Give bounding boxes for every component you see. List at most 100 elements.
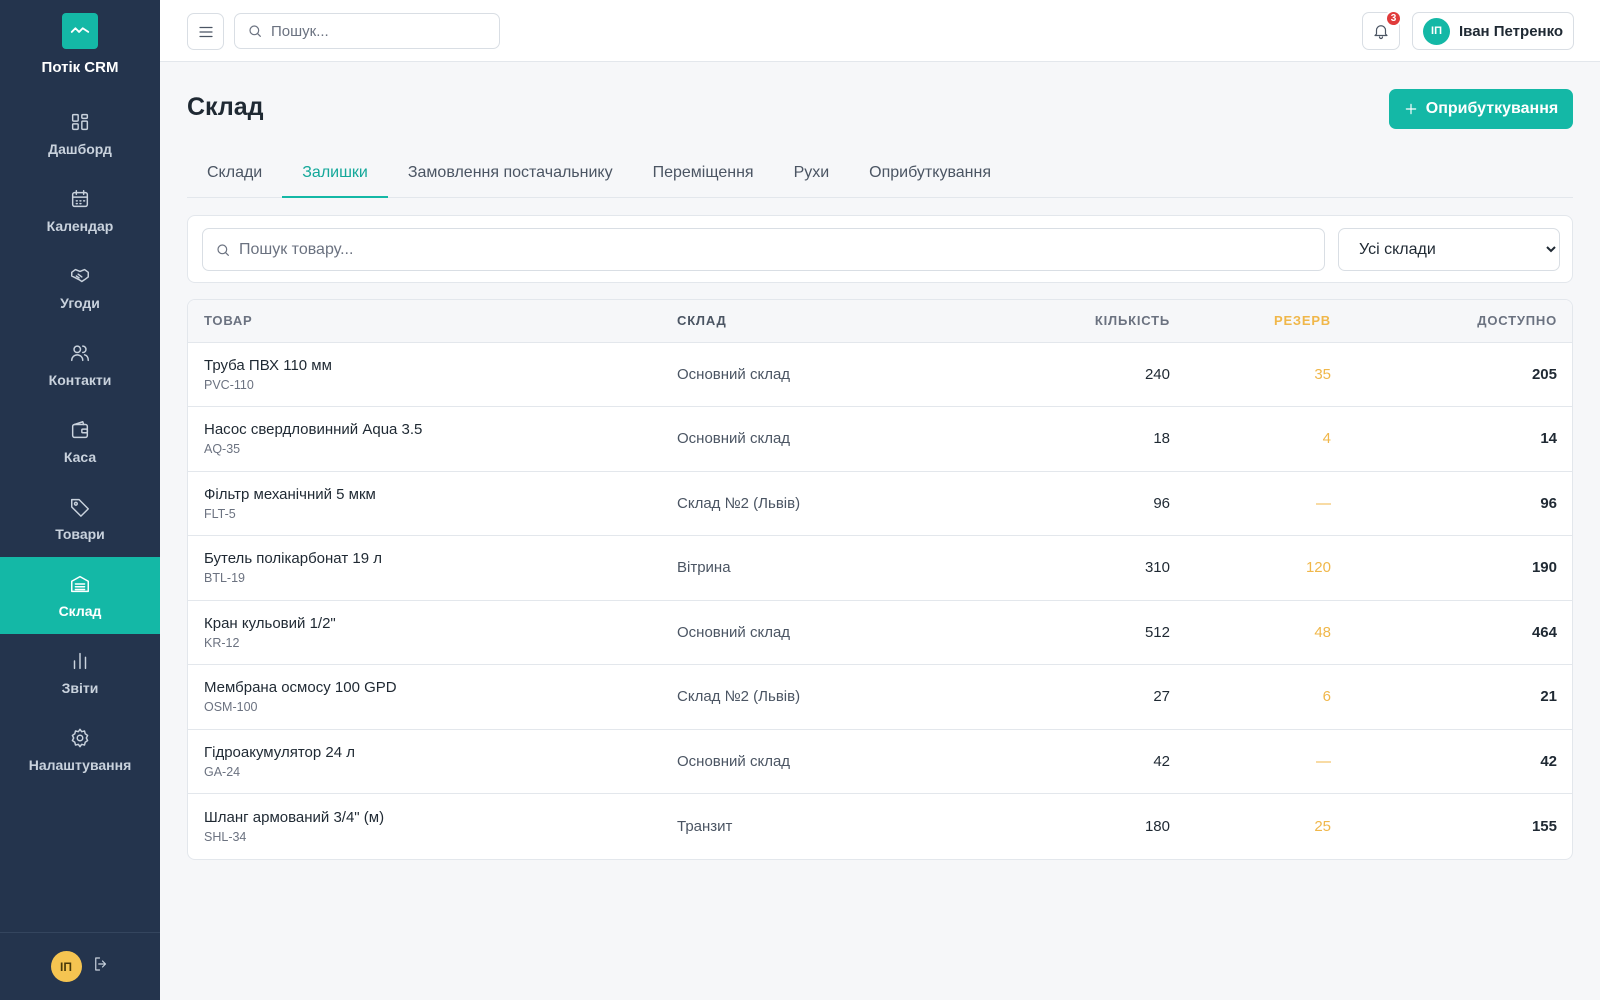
reserve-cell: 6 — [1170, 664, 1331, 730]
avatar[interactable]: ІП — [50, 951, 82, 982]
table-row[interactable]: Насос свердловинний Aqua 3.5 AQ-35 Основн… — [188, 406, 1572, 472]
logout-button[interactable] — [92, 955, 110, 978]
search-icon — [217, 243, 229, 256]
product-sku: FLT-5 — [204, 506, 236, 521]
quantity-cell: 96 — [927, 471, 1170, 536]
calendar-icon — [71, 189, 89, 207]
reserve-cell: 25 — [1314, 817, 1331, 835]
sidebar-item-label: Звіти — [61, 679, 99, 696]
available-cell: 464 — [1331, 600, 1572, 665]
warehouse-cell: Склад №2 (Львів) — [677, 664, 927, 730]
column-header-available[interactable]: ДОСТУПНО — [1331, 300, 1572, 343]
available-cell: 190 — [1331, 535, 1572, 601]
tab-bar: Склади Залишки Замовлення постачальнику … — [187, 153, 1573, 198]
table-row[interactable]: Гідроакумулятор 24 л GA-24 Основний склад… — [188, 729, 1572, 794]
table-row[interactable]: Бутель полікарбонат 19 л BTL-19 Вітрина 3… — [188, 535, 1572, 601]
quantity-cell: 27 — [927, 664, 1170, 730]
product-search-input[interactable] — [239, 240, 1319, 259]
warehouse-cell: Основний склад — [677, 342, 927, 407]
sidebar-item-label: Налаштування — [28, 756, 132, 773]
warehouse-cell: Транзит — [677, 817, 733, 835]
sidebar-item-label: Угоди — [60, 294, 100, 311]
sidebar-item-label: Склад — [58, 602, 102, 619]
sidebar-item-cash[interactable]: Каса — [0, 403, 160, 480]
warehouse-cell: Основний склад — [677, 600, 927, 665]
warehouse-icon — [71, 575, 89, 592]
sidebar-nav: Дашборд Календар Угоди Контакти Каса Тов… — [0, 95, 160, 788]
global-search-input[interactable] — [271, 22, 471, 40]
table-row[interactable]: Мембрана осмосу 100 GPD OSM-100 Склад №2 … — [188, 664, 1572, 730]
sidebar-item-settings[interactable]: Налаштування — [0, 711, 160, 788]
sidebar-item-products[interactable]: Товари — [0, 480, 160, 557]
sidebar-item-label: Календар — [46, 217, 114, 234]
warehouse-cell: Склад №2 (Львів) — [677, 471, 927, 536]
reserve-cell: 48 — [1170, 600, 1331, 665]
sidebar-item-warehouse[interactable]: Склад — [0, 557, 160, 634]
reserve-cell: 35 — [1170, 342, 1331, 407]
product-sku: BTL-19 — [204, 571, 245, 586]
quantity-cell: 512 — [927, 600, 1170, 665]
quantity-cell: 42 — [927, 729, 1170, 794]
user-name: Іван Петренко — [1459, 22, 1564, 40]
product-sku: AQ-35 — [204, 442, 241, 457]
reserve-cell: 4 — [1170, 406, 1331, 472]
product-name: Насос свердловинний Aqua 3.5 — [204, 421, 423, 439]
table-row[interactable]: Труба ПВХ 110 мм PVC-110 Основний склад 2… — [188, 342, 1572, 407]
table-row[interactable]: Шланг армований 3/4" (м) SHL-34 Транзит 1… — [188, 794, 1572, 859]
topbar: 3 ІП Іван Петренко — [160, 0, 1600, 62]
tab-movements[interactable]: Рухи — [774, 153, 850, 198]
add-receipt-button-label: Оприбуткування — [1425, 100, 1559, 117]
users-icon — [71, 344, 89, 361]
column-header-quantity[interactable]: КІЛЬКІСТЬ — [927, 300, 1170, 343]
sidebar-item-reports[interactable]: Звіти — [0, 634, 160, 711]
tag-icon — [71, 498, 89, 517]
warehouse-select[interactable]: Усі склади — [1338, 228, 1560, 271]
menu-toggle-button[interactable] — [187, 13, 224, 50]
tab-supplier-orders[interactable]: Замовлення постачальнику — [388, 153, 633, 198]
product-name: Мембрана осмосу 100 GPD — [204, 679, 397, 697]
avatar: ІП — [1423, 17, 1450, 45]
product-name: Бутель полікарбонат 19 л — [204, 550, 382, 568]
product-name: Труба ПВХ 110 мм — [204, 356, 332, 374]
hamburger-icon — [198, 26, 213, 37]
sidebar-item-calendar[interactable]: Календар — [0, 172, 160, 249]
column-header-warehouse[interactable]: СКЛАД — [677, 300, 927, 343]
reserve-cell: — — [1170, 729, 1331, 794]
logout-icon — [94, 957, 106, 971]
add-receipt-button[interactable]: Оприбуткування — [1389, 89, 1573, 129]
tab-stock[interactable]: Залишки — [282, 153, 388, 198]
product-sku: OSM-100 — [204, 700, 258, 715]
table-row[interactable]: Кран кульовий 1/2" KR-12 Основний склад 5… — [188, 600, 1572, 665]
grid-icon — [71, 113, 89, 130]
wallet-icon — [71, 420, 89, 438]
user-menu[interactable]: ІП Іван Петренко — [1412, 12, 1574, 50]
search-icon — [249, 25, 261, 37]
logo-icon[interactable] — [62, 13, 98, 49]
product-sku: PVC-110 — [204, 377, 254, 392]
table-row[interactable]: Фільтр механічний 5 мкм FLT-5 Склад №2 (Л… — [188, 471, 1572, 536]
product-name: Гідроакумулятор 24 л — [204, 743, 355, 761]
sidebar-item-deals[interactable]: Угоди — [0, 249, 160, 326]
sidebar-item-dashboard[interactable]: Дашборд — [0, 95, 160, 172]
sidebar-item-label: Товари — [55, 525, 105, 542]
quantity-cell: 240 — [927, 342, 1170, 407]
tab-warehouses[interactable]: Склади — [187, 153, 282, 198]
filter-panel: Усі склади — [187, 215, 1573, 283]
quantity-cell: 180 — [1144, 817, 1170, 835]
sidebar-item-label: Дашборд — [48, 140, 112, 157]
quantity-cell: 18 — [927, 406, 1170, 472]
reserve-cell: — — [1170, 471, 1331, 536]
notifications-badge: 3 — [1385, 10, 1402, 27]
column-header-reserve[interactable]: РЕЗЕРВ — [1170, 300, 1331, 343]
tab-transfers[interactable]: Переміщення — [633, 153, 774, 198]
global-search — [234, 13, 500, 49]
page-title: Склад — [187, 93, 264, 121]
product-name: Шланг армований 3/4" (м) — [204, 808, 385, 826]
column-header-product[interactable]: ТОВАР — [188, 300, 677, 343]
notifications-button[interactable]: 3 — [1362, 10, 1402, 50]
tab-receipts[interactable]: Оприбуткування — [849, 153, 1011, 198]
brand-name: Потік CRM — [41, 59, 119, 76]
product-name: Кран кульовий 1/2" — [204, 614, 336, 632]
bar-chart-icon — [73, 652, 87, 669]
sidebar-item-contacts[interactable]: Контакти — [0, 326, 160, 403]
